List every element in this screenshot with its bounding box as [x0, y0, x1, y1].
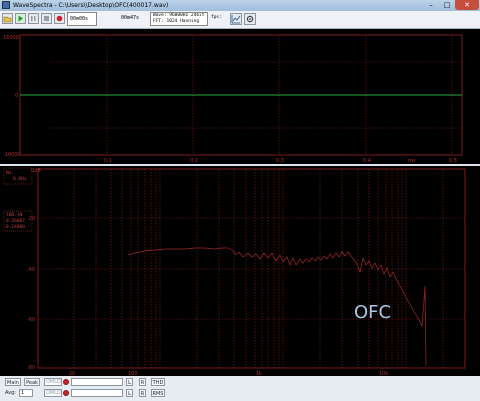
cursor-readout-value: 0.0Hz: [13, 176, 27, 182]
spectrum-y-tick: -60: [27, 317, 35, 323]
time-display: 00m00s: [67, 12, 97, 26]
toolbar: 00m00s 00m47s Wave: 96000Hz 24bit 2ch FF…: [0, 11, 480, 29]
omlo-field-top[interactable]: OMLO: [44, 378, 62, 386]
spectrum-y-tick: -80: [27, 365, 35, 371]
fft-setting: FFT: 1024 Hanning: [153, 19, 200, 24]
left-channel-button[interactable]: L: [126, 378, 133, 386]
thd-value-r: 0.24000: [6, 224, 25, 230]
waveform-panel[interactable]: 16000 0 -16000 0.1 0.2 0.3 0.4 0.5 ms: [0, 29, 480, 164]
main-button[interactable]: Main: [5, 378, 21, 386]
waveform-x-tick: 0.5: [449, 158, 457, 164]
right-channel-button[interactable]: R: [139, 378, 146, 386]
stop-icon[interactable]: [41, 13, 52, 24]
wave-info-display: Wave: 96000Hz 24bit 2ch FFT: 1024 Hannin…: [150, 12, 208, 26]
waveform-x-unit: ms: [408, 158, 416, 164]
maximize-button[interactable]: □: [439, 0, 455, 10]
ofc-annotation: OFC: [354, 302, 391, 323]
record-indicator-icon[interactable]: [63, 379, 69, 385]
right-channel-button[interactable]: R: [139, 389, 146, 397]
window-title: WaveSpectra - C:\Users\\Desktop\OFC(4000…: [13, 2, 169, 9]
app-icon: [2, 1, 10, 9]
left-channel-button[interactable]: L: [126, 389, 133, 397]
thd-button[interactable]: THD: [151, 378, 165, 386]
spectrum-y-tick: -40: [27, 267, 35, 273]
fps-label: fps:: [211, 15, 222, 20]
rms-button[interactable]: RMS: [151, 389, 165, 397]
thd-label: THD.+N: [6, 212, 23, 218]
spectrum-y-tick: -20: [27, 216, 35, 222]
pause-icon[interactable]: [28, 13, 39, 24]
title-bar: WaveSpectra - C:\Users\\Desktop\OFC(4000…: [0, 0, 480, 11]
value-field-top[interactable]: [71, 378, 123, 386]
waveform-y-max-label: 16000: [3, 35, 19, 41]
waveform-x-tick: 0.2: [190, 158, 198, 164]
value-field-bottom[interactable]: [71, 389, 123, 397]
waveform-x-tick: 0.4: [363, 158, 371, 164]
record-icon[interactable]: [54, 13, 65, 24]
cursor-readout-box: No. 0.0Hz: [3, 167, 33, 185]
duration-display: 00m47s: [121, 15, 140, 21]
omlo-field-bottom[interactable]: OMLO: [44, 389, 62, 397]
spectrum-panel[interactable]: 0dB -20 -40 -60 -80 20 100 1k 10k No. 0.…: [0, 166, 480, 376]
bottom-control-bar: Main Peak OMLO L R THD Avg: 1 OMLO L R R…: [0, 376, 480, 401]
thd-value-l: 0.26807: [6, 218, 25, 224]
cursor-readout-label: No.: [6, 170, 14, 176]
play-icon[interactable]: [15, 13, 26, 24]
close-button[interactable]: ✕: [455, 0, 479, 10]
avg-select[interactable]: 1: [19, 389, 33, 397]
peak-button[interactable]: Peak: [24, 378, 40, 386]
waveform-y-min-label: -16000: [3, 152, 21, 158]
open-folder-icon[interactable]: [2, 13, 13, 24]
spectrum-frame: [37, 168, 466, 369]
avg-label: Avg:: [5, 390, 16, 396]
spectrum-view-icon[interactable]: [230, 13, 242, 25]
waveform-x-tick: 0.3: [276, 158, 284, 164]
settings-icon[interactable]: [244, 13, 256, 25]
waveform-y-zero-label: 0: [15, 93, 18, 99]
spectrum-db-unit: 0dB: [31, 168, 41, 174]
minimize-button[interactable]: –: [423, 0, 439, 10]
waveform-x-tick: 0.1: [104, 158, 112, 164]
record-indicator-icon[interactable]: [63, 390, 69, 396]
